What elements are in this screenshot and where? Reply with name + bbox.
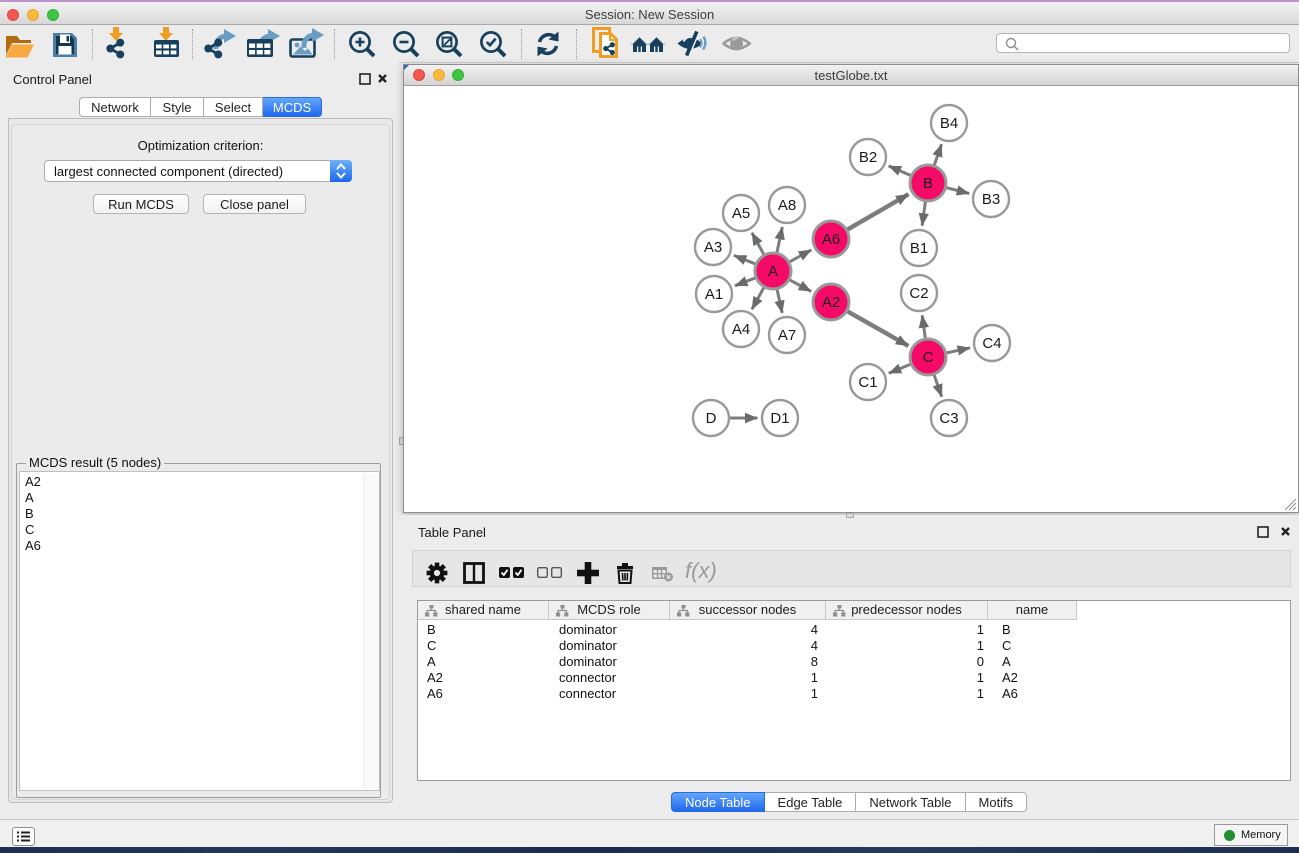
svg-text:B4: B4: [940, 115, 958, 132]
svg-text:B: B: [923, 175, 933, 192]
svg-text:A6: A6: [822, 231, 840, 248]
svg-text:A: A: [768, 263, 778, 280]
svg-text:A5: A5: [732, 205, 750, 222]
svg-text:C: C: [923, 349, 934, 366]
svg-text:B1: B1: [910, 240, 928, 257]
svg-text:f(x): f(x): [685, 560, 717, 583]
svg-text:B2: B2: [859, 149, 877, 166]
svg-text:A7: A7: [778, 327, 796, 344]
svg-text:A8: A8: [778, 197, 796, 214]
svg-text:A2: A2: [822, 294, 840, 311]
svg-text:A1: A1: [705, 286, 723, 303]
svg-text:D: D: [706, 410, 717, 427]
svg-text:C3: C3: [939, 410, 958, 427]
svg-text:C4: C4: [982, 335, 1001, 352]
svg-text:A4: A4: [732, 321, 750, 338]
svg-text:D1: D1: [770, 410, 789, 427]
svg-text:C1: C1: [858, 374, 877, 391]
svg-text:C2: C2: [909, 285, 928, 302]
svg-text:B3: B3: [982, 191, 1000, 208]
svg-text:A3: A3: [704, 239, 722, 256]
